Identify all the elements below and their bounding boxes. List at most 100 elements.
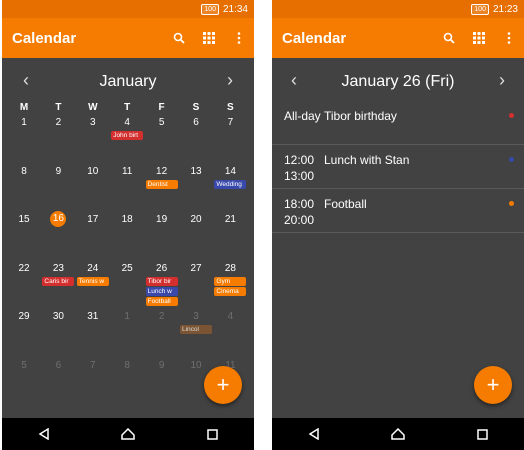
day-cell[interactable]: 17 [75, 213, 111, 261]
day-number: 1 [124, 311, 130, 322]
month-header: ‹ January › [2, 70, 254, 94]
day-cell[interactable]: 22 [6, 262, 42, 310]
day-header: ‹ January 26 (Fri) › [272, 70, 524, 96]
day-cell[interactable]: 16 [40, 211, 76, 261]
app-title: Calendar [12, 29, 77, 47]
weekday-label: W [88, 102, 98, 113]
event-chip[interactable]: Wedding [214, 179, 247, 189]
back-icon[interactable] [29, 424, 59, 444]
recents-icon[interactable] [197, 424, 227, 444]
day-cell[interactable]: 9 [40, 165, 76, 213]
event-chip[interactable]: Lincol [180, 325, 212, 334]
recents-icon[interactable] [467, 424, 497, 444]
next-day-chevron-icon[interactable]: › [490, 70, 514, 91]
day-cell[interactable]: 18 [109, 213, 145, 261]
day-cell[interactable]: 5 [6, 359, 42, 407]
grid-icon[interactable] [464, 32, 494, 44]
day-cell[interactable]: 15 [6, 213, 42, 261]
day-title: January 26 (Fri) [341, 73, 455, 90]
day-cell[interactable]: 24 Tennis w [75, 262, 111, 310]
agenda-event-row[interactable]: 18:00 20:00 Football [272, 188, 524, 233]
day-number: 4 [227, 311, 234, 322]
day-cell[interactable]: 3 [75, 116, 111, 164]
day-number: 7 [227, 117, 234, 128]
grid-icon[interactable] [194, 32, 224, 44]
home-icon[interactable] [383, 424, 413, 444]
more-vert-icon[interactable] [494, 32, 524, 44]
more-vert-icon[interactable] [224, 32, 254, 44]
day-cell[interactable]: 7 [212, 116, 248, 164]
event-chip[interactable]: Tennis w [76, 276, 109, 286]
search-icon[interactable] [164, 32, 194, 44]
weekday-label: T [55, 102, 62, 113]
day-cell[interactable]: 25 [109, 262, 145, 310]
day-cell[interactable]: 4 [212, 310, 248, 358]
day-number: 16 [40, 211, 76, 227]
day-cell[interactable]: 12 Dentist [144, 165, 180, 213]
nav-bar [2, 418, 254, 450]
day-number: 19 [156, 214, 168, 225]
day-cell[interactable]: 9 [144, 359, 180, 407]
day-cell[interactable]: 11 [109, 165, 145, 213]
event-chip[interactable]: Lunch w [145, 286, 178, 296]
event-chip[interactable]: Football [145, 296, 178, 306]
day-cell[interactable]: 26 Tibor bir Lunch w Football [144, 262, 180, 310]
back-icon[interactable] [299, 424, 329, 444]
day-cell[interactable]: 30 [40, 310, 76, 358]
day-cell[interactable]: 3 Lincol [178, 310, 214, 358]
day-number: 4 [124, 117, 130, 128]
add-event-fab[interactable]: + [204, 366, 242, 404]
event-chip[interactable]: Dentist [145, 179, 178, 189]
event-chip[interactable]: Caris bir [42, 276, 75, 286]
event-chip[interactable]: John birt [111, 131, 144, 140]
day-cell[interactable]: 21 [212, 213, 248, 261]
search-icon[interactable] [434, 32, 464, 44]
event-title: Tibor birthday [324, 109, 397, 123]
day-number: 5 [21, 359, 27, 371]
day-cell[interactable]: 10 [75, 165, 111, 213]
status-time: 21:34 [222, 3, 248, 15]
agenda-event-row[interactable]: 12:00 13:00 Lunch with Stan [272, 144, 524, 189]
day-cell[interactable]: 19 [144, 213, 180, 261]
day-cell[interactable]: 7 [75, 359, 111, 407]
next-month-chevron-icon[interactable]: › [218, 70, 242, 91]
day-number: 8 [21, 165, 27, 177]
day-cell[interactable]: 5 [144, 116, 180, 164]
day-cell[interactable]: 2 [40, 116, 76, 164]
event-title: Lunch with Stan [324, 153, 410, 167]
day-cell[interactable]: 6 [178, 116, 214, 164]
day-cell[interactable]: 23 Caris bir [40, 262, 76, 310]
day-number: 3 [90, 117, 96, 128]
day-cell[interactable]: 1 [109, 310, 145, 358]
day-number: 13 [190, 165, 202, 177]
day-cell[interactable]: 6 [40, 359, 76, 407]
day-number: 12 [156, 165, 168, 177]
day-cell[interactable]: 20 [178, 213, 214, 261]
event-chip[interactable]: Cinema [214, 286, 247, 296]
day-number: 7 [90, 359, 96, 371]
day-cell[interactable]: 28 Gym Cinema [212, 262, 248, 310]
day-cell[interactable]: 2 [144, 310, 180, 358]
event-chip[interactable]: Gym [214, 276, 247, 286]
day-number: 25 [121, 262, 133, 274]
day-cell[interactable]: 31 [75, 310, 111, 358]
day-cell[interactable]: 8 [109, 359, 145, 407]
day-cell[interactable]: 1 [6, 116, 42, 164]
day-number: 28 [224, 262, 236, 274]
event-chip[interactable]: Tibor bir [145, 276, 178, 286]
day-cell[interactable]: 8 [6, 165, 42, 213]
day-cell[interactable]: 29 [6, 310, 42, 358]
day-cell[interactable]: 13 [178, 165, 214, 213]
day-number: 10 [190, 359, 202, 371]
event-color-dot [509, 201, 514, 206]
agenda-event-row[interactable]: All-day Tibor birthday [272, 100, 524, 145]
home-icon[interactable] [113, 424, 143, 444]
add-event-fab[interactable]: + [474, 366, 512, 404]
day-cell[interactable]: 4 John birt [109, 116, 145, 164]
day-cell[interactable]: 27 [178, 262, 214, 310]
day-number: 21 [224, 214, 236, 225]
day-number: 29 [18, 311, 30, 322]
app-bar: Calendar [272, 18, 524, 58]
day-number: 26 [156, 262, 168, 274]
day-cell[interactable]: 14 Wedding [212, 165, 248, 213]
